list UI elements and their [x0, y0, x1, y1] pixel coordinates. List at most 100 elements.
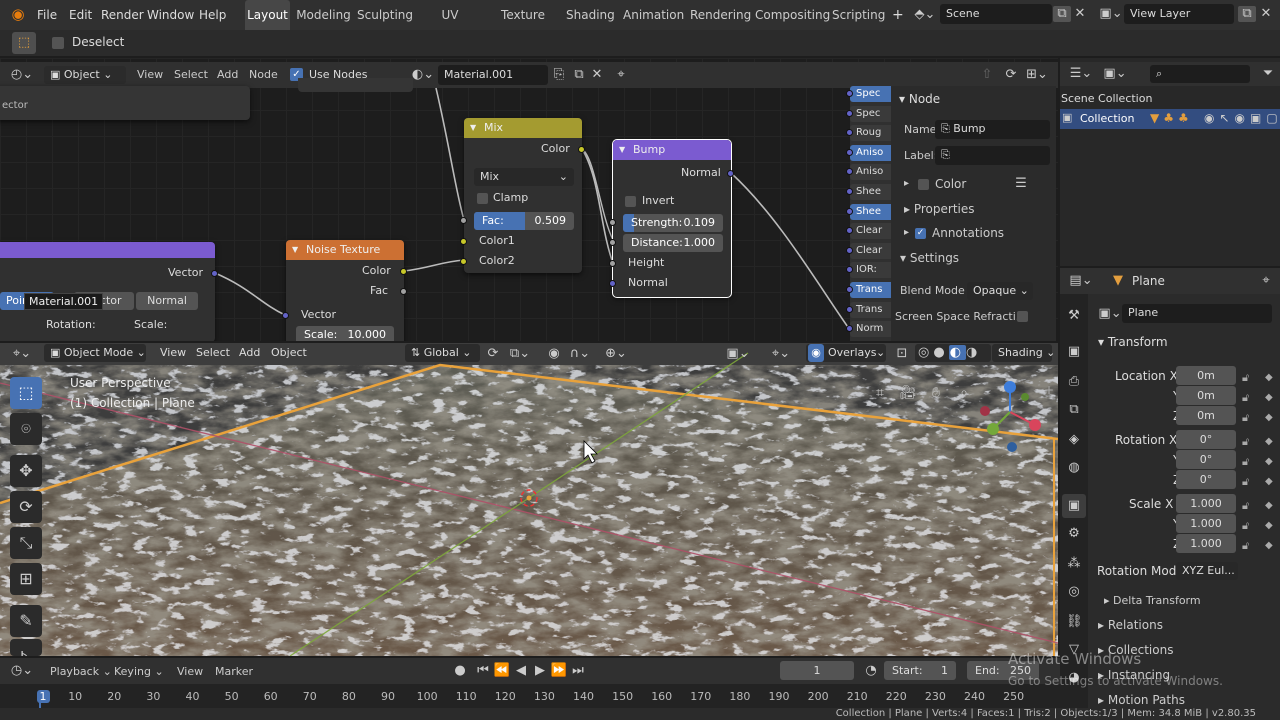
bsdf-node-partial[interactable]: Spec Spec Roug Aniso Aniso Shee Shee Clear Clear… — [846, 84, 894, 341]
close-scene-icon[interactable]: ✕ — [1072, 6, 1088, 22]
transform-panel-header[interactable]: ▾ Transform — [1098, 335, 1168, 349]
properties-panel-header[interactable]: ▸ Properties — [904, 202, 975, 216]
tab-uv-editing[interactable]: UV Editing — [420, 0, 480, 52]
delta-transform-panel[interactable]: ▸ Delta Transform — [1104, 594, 1201, 607]
partial-node-top[interactable]: ector — [0, 86, 250, 120]
snap-toggle-icon[interactable]: ⧉⌄ — [505, 346, 535, 362]
view-layer-tab-icon[interactable]: ⧉ — [1066, 402, 1082, 418]
viewport-menu-object[interactable]: Object — [271, 346, 307, 359]
close-view-layer-icon[interactable]: ✕ — [1258, 6, 1274, 22]
noise-vector-socket[interactable] — [282, 312, 289, 319]
navigation-gizmo[interactable] — [975, 377, 1045, 457]
bsdf-input-tab[interactable]: Aniso — [850, 164, 894, 181]
viewport-editor-type-icon[interactable]: ⌖⌄ — [8, 346, 36, 362]
material-preview-mode-icon[interactable]: ◐ — [948, 345, 967, 360]
particles-tab-icon[interactable]: ⁂ — [1066, 556, 1082, 572]
view-layer-icon[interactable]: ▣⌄ — [1097, 6, 1125, 22]
pan-view-icon[interactable]: ✋︎ — [924, 381, 948, 405]
mix-node[interactable]: ▼ Mix Color Mix ⌄ Clamp Fac: 0.509 Color1 C… — [460, 118, 585, 273]
lock-icons[interactable]: 🔓︎ 🔓︎ 🔓︎ — [1242, 368, 1249, 428]
bump-height-socket[interactable] — [609, 260, 616, 267]
gizmo-neg-x-icon[interactable] — [980, 406, 990, 416]
bsdf-input-tab[interactable]: Trans — [850, 301, 894, 318]
bsdf-input-tab[interactable]: Clear — [850, 223, 894, 240]
zoom-view-icon[interactable]: ⌕ — [952, 381, 976, 405]
bump-node-header[interactable]: ▼ Bump — [613, 140, 731, 160]
mix-clamp-label[interactable]: Clamp — [493, 191, 528, 204]
gizmo-y-icon[interactable] — [987, 423, 999, 435]
location-z-field[interactable]: 0m — [1176, 406, 1236, 425]
current-frame-field[interactable]: 1 — [780, 661, 854, 680]
scene-collection-label[interactable]: Scene Collection — [1061, 92, 1152, 105]
menu-help[interactable]: Help — [199, 0, 226, 30]
output-tab-icon[interactable]: ⎙ — [1066, 374, 1082, 390]
bsdf-input-tab[interactable]: Clear — [850, 242, 894, 259]
bsdf-input-tab[interactable]: Shee — [850, 203, 894, 220]
tab-layout[interactable]: Layout — [245, 0, 290, 30]
collection-row[interactable]: ▣ Collection ▼♣♣ ◉↖◉▣▢ — [1060, 109, 1280, 129]
playback-menu[interactable]: Playback ⌄ — [50, 665, 112, 678]
viewport-menu-view[interactable]: View — [160, 346, 186, 359]
sidebar-toggle-icon[interactable]: + — [1044, 383, 1054, 397]
bsdf-input-tab[interactable]: Roug — [850, 125, 894, 142]
outliner-search-input[interactable]: ⌕ — [1150, 65, 1250, 83]
bsdf-input-tab[interactable]: Spec — [850, 86, 894, 102]
bump-distance-field[interactable]: Distance: 1.000 — [623, 234, 723, 252]
annotations-panel-label[interactable]: Annotations — [932, 226, 1004, 240]
shading-dropdown[interactable]: Shading ⌄ — [992, 344, 1055, 362]
mix-node-header[interactable]: ▼ Mix — [464, 118, 582, 138]
mix-color-socket[interactable] — [578, 146, 585, 153]
bsdf-input-tab[interactable]: Norm — [850, 321, 894, 338]
mix-color1-socket[interactable] — [460, 238, 467, 245]
scale-y-field[interactable]: 1.000 — [1176, 514, 1236, 533]
node-panel-header[interactable]: ▾ Node — [899, 92, 940, 106]
bsdf-input-socket[interactable] — [846, 148, 853, 156]
add-workspace-button[interactable]: + — [892, 0, 904, 30]
settings-panel-header[interactable]: ▾ Settings — [900, 251, 959, 265]
start-frame-field[interactable]: Start: 1 — [884, 661, 956, 680]
scale-z-field[interactable]: 1.000 — [1176, 534, 1236, 553]
menu-edit[interactable]: Edit — [69, 0, 92, 30]
select-tool-icon[interactable]: ⬚ — [12, 32, 36, 54]
timeline-editor-type-icon[interactable]: ◷⌄ — [8, 663, 36, 679]
tab-rendering[interactable]: Rendering — [690, 0, 751, 30]
viewport-menu-add[interactable]: Add — [239, 346, 260, 359]
modifier-tab-icon[interactable]: ⚙ — [1066, 526, 1082, 542]
camera-view-icon[interactable]: 🎥︎ — [896, 381, 920, 405]
rotation-y-field[interactable]: 0° — [1176, 450, 1236, 469]
node-label-field[interactable]: ⎘ — [935, 146, 1050, 165]
tab-animation[interactable]: Animation — [623, 0, 684, 30]
ssr-checkbox[interactable] — [1017, 311, 1028, 322]
shading-mode-buttons[interactable]: ◎●◐◑ — [915, 344, 991, 362]
bsdf-input-socket[interactable] — [846, 109, 853, 117]
scale-lock-icons[interactable]: 🔓︎ 🔓︎ 🔓︎ — [1242, 496, 1249, 556]
world-tab-icon[interactable]: ◍ — [1066, 460, 1082, 476]
tool-tab-icon[interactable]: ⚒ — [1066, 308, 1082, 324]
jump-next-key-icon[interactable]: ⏩ — [550, 663, 568, 679]
overlays-dropdown[interactable]: ◉ Overlays ⌄ — [806, 344, 886, 362]
jump-start-icon[interactable]: ⏮ — [474, 663, 492, 679]
move-tool[interactable]: ✥ — [10, 455, 42, 487]
constraints-tab-icon[interactable]: ⛓ — [1066, 614, 1083, 630]
physics-tab-icon[interactable]: ◎ — [1066, 584, 1082, 600]
preview-range-icon[interactable]: ◔ — [862, 663, 880, 679]
viewport-menu-select[interactable]: Select — [196, 346, 230, 359]
view-object-types-icon[interactable]: ▣⌄ — [724, 346, 752, 362]
node-name-field[interactable]: ⎘ Bump — [935, 120, 1050, 139]
deselect-label[interactable]: Deselect — [72, 35, 124, 49]
mapping-vector-socket[interactable] — [211, 270, 218, 277]
keyframe-icons[interactable]: ◆ ◆ ◆ — [1265, 368, 1273, 428]
node-editor[interactable]: ◴⌄ ▣ Object ⌄ View Select Add Node ✓ Use… — [0, 58, 1058, 341]
gizmo-z-icon[interactable] — [1004, 381, 1016, 393]
scale-x-field[interactable]: 1.000 — [1176, 494, 1236, 513]
annotate-tool[interactable]: ✎ — [10, 605, 42, 637]
bump-normal-in-socket[interactable] — [609, 280, 616, 287]
rotate-tool[interactable]: ⟳ — [10, 491, 42, 523]
mix-clamp-checkbox[interactable] — [477, 193, 488, 204]
rotation-z-field[interactable]: 0° — [1176, 470, 1236, 489]
location-x-field[interactable]: 0m — [1176, 366, 1236, 385]
blend-mode-dropdown[interactable]: Opaque ⌄ — [967, 282, 1033, 300]
pin-properties-icon[interactable]: ⌖ — [1258, 273, 1274, 289]
mix-fac-slider[interactable]: Fac: 0.509 — [474, 212, 574, 230]
bump-strength-socket[interactable] — [609, 219, 616, 226]
